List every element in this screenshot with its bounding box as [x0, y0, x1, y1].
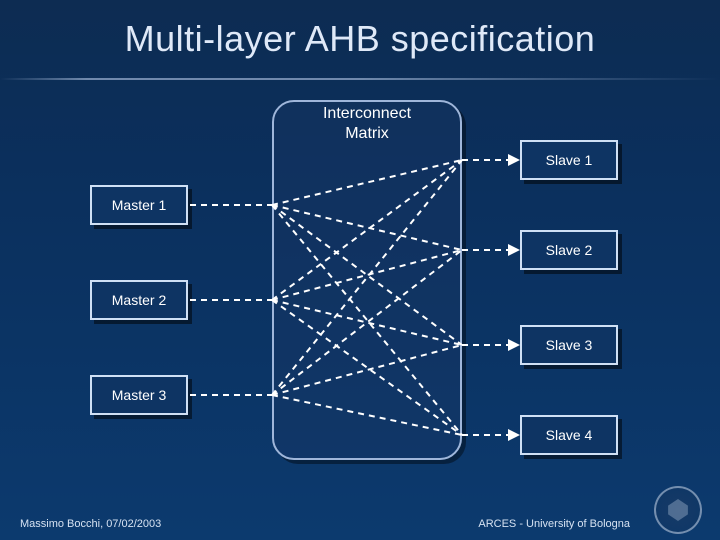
footer: Massimo Bocchi, 07/02/2003 ARCES - Unive… [20, 518, 630, 530]
master-3-label: Master 3 [112, 387, 166, 403]
footer-affiliation: ARCES - University of Bologna [478, 518, 630, 530]
slave-1-label: Slave 1 [546, 152, 593, 168]
master-1-block: Master 1 [90, 185, 188, 225]
slave-4-label: Slave 4 [546, 427, 593, 443]
connection-lines [0, 0, 720, 540]
master-3-block: Master 3 [90, 375, 188, 415]
interconnect-matrix-box [272, 100, 462, 460]
slave-2-label: Slave 2 [546, 242, 593, 258]
slave-3-block: Slave 3 [520, 325, 618, 365]
master-2-block: Master 2 [90, 280, 188, 320]
matrix-label-line1: Interconnect [323, 105, 411, 122]
interconnect-matrix-label: Interconnect Matrix [272, 104, 462, 144]
diagram-area: Interconnect Matrix Master 1 Master 2 Ma… [0, 0, 720, 540]
slave-4-block: Slave 4 [520, 415, 618, 455]
slave-3-label: Slave 3 [546, 337, 593, 353]
master-2-label: Master 2 [112, 292, 166, 308]
university-seal-icon [654, 486, 702, 534]
matrix-label-line2: Matrix [345, 125, 389, 142]
footer-author-date: Massimo Bocchi, 07/02/2003 [20, 518, 161, 530]
seal-glyph [667, 499, 689, 521]
slave-1-block: Slave 1 [520, 140, 618, 180]
title-underline [0, 78, 720, 80]
master-1-label: Master 1 [112, 197, 166, 213]
slide-title: Multi-layer AHB specification [0, 0, 720, 60]
slave-2-block: Slave 2 [520, 230, 618, 270]
